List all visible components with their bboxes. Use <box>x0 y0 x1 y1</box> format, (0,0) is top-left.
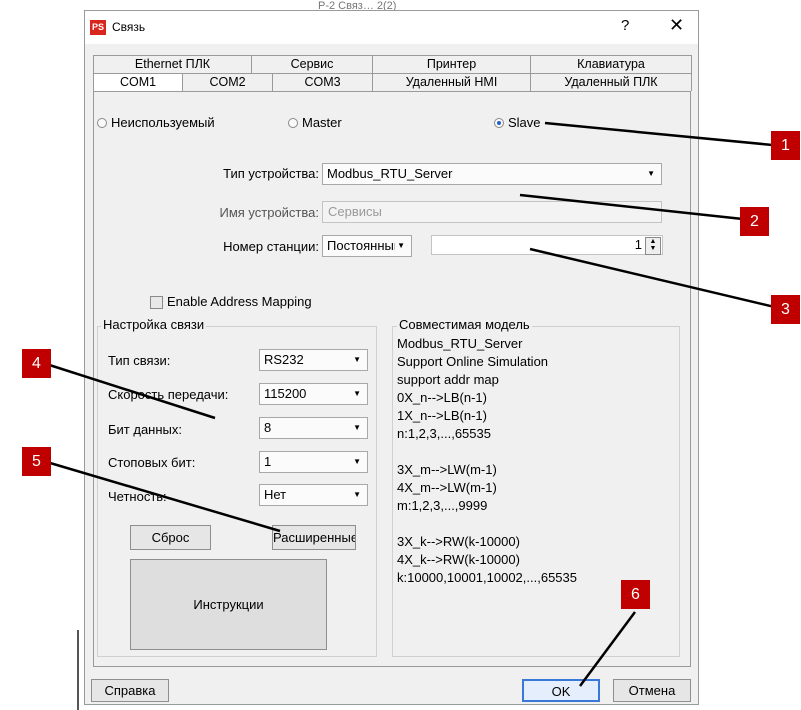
compat-line: support addr map <box>397 372 499 387</box>
address-mapping-label: Enable Address Mapping <box>167 294 312 309</box>
callout-6: 6 <box>621 580 650 609</box>
baud-rate-label: Скорость передачи: <box>108 387 229 402</box>
compat-model-title: Совместимая модель <box>397 317 532 332</box>
parity-select[interactable]: Нет ▼ <box>259 484 368 506</box>
callout-2: 2 <box>740 207 769 236</box>
baud-rate-select[interactable]: 115200 ▼ <box>259 383 368 405</box>
title-bar: PS Связь ? ✕ <box>85 11 698 44</box>
compat-line: 4X_k-->RW(k-10000) <box>397 552 520 567</box>
station-number-value: 1 <box>634 237 642 252</box>
chevron-down-icon: ▼ <box>353 423 361 432</box>
radio-slave-dot <box>494 117 504 128</box>
compat-line: m:1,2,3,...,9999 <box>397 498 488 513</box>
tab-printer[interactable]: Принтер <box>372 55 531 73</box>
compat-line: n:1,2,3,...,65535 <box>397 426 491 441</box>
stop-bits-select[interactable]: 1 ▼ <box>259 451 368 473</box>
background-edge <box>77 630 79 710</box>
close-icon[interactable]: ✕ <box>669 15 684 36</box>
stop-bits-label: Стоповых бит: <box>108 455 196 470</box>
tab-remote-plc[interactable]: Удаленный ПЛК <box>530 73 692 91</box>
compat-line: 0X_n-->LB(n-1) <box>397 390 487 405</box>
cancel-button[interactable]: Отмена <box>613 679 691 702</box>
callout-3: 3 <box>771 295 800 324</box>
chevron-down-icon: ▼ <box>353 490 361 499</box>
tab-remote-hmi[interactable]: Удаленный HMI <box>372 73 531 91</box>
instructions-button[interactable]: Инструкции <box>130 559 327 650</box>
compat-line: 3X_m-->LW(m-1) <box>397 462 497 477</box>
ok-button[interactable]: OK <box>522 679 600 702</box>
station-number-input[interactable]: 1 ▲ ▼ <box>431 235 663 255</box>
compat-line: k:10000,10001,10002,...,65535 <box>397 570 577 585</box>
tab-ethernet-plc[interactable]: Ethernet ПЛК <box>93 55 252 73</box>
comm-type-value: RS232 <box>264 352 304 367</box>
data-bits-select[interactable]: 8 ▼ <box>259 417 368 439</box>
background-window-fragment: Р-2 Связ… 2(2) <box>318 0 397 10</box>
station-label: Номер станции: <box>223 239 319 254</box>
compat-line: 3X_k-->RW(k-10000) <box>397 534 520 549</box>
device-type-value: Modbus_RTU_Server <box>327 166 453 181</box>
chevron-down-icon: ▼ <box>353 355 361 364</box>
compat-line: 4X_m-->LW(m-1) <box>397 480 497 495</box>
chevron-down-icon: ▼ <box>353 457 361 466</box>
address-mapping-checkbox[interactable] <box>150 296 163 309</box>
station-mode-select[interactable]: Постоянный ▼ <box>322 235 412 257</box>
window-title: Связь <box>112 20 146 34</box>
radio-slave[interactable]: Slave <box>494 115 541 130</box>
compat-line: Support Online Simulation <box>397 354 549 369</box>
compat-line: Modbus_RTU_Server <box>397 336 523 351</box>
radio-unused-label: Неиспользуемый <box>111 115 215 130</box>
stop-bits-value: 1 <box>264 454 272 469</box>
chevron-down-icon: ▼ <box>395 236 405 256</box>
parity-value: Нет <box>264 487 287 502</box>
help-button[interactable]: Справка <box>91 679 169 702</box>
radio-master-dot <box>288 117 298 128</box>
compat-line: 1X_n-->LB(n-1) <box>397 408 487 423</box>
tab-com2[interactable]: COM2 <box>182 73 273 91</box>
radio-unused[interactable]: Неиспользуемый <box>97 115 215 130</box>
parity-label: Четность: <box>108 489 167 504</box>
tab-com3[interactable]: COM3 <box>272 73 373 91</box>
chevron-down-icon: ▼ <box>353 389 361 398</box>
radio-master-label: Master <box>302 115 342 130</box>
device-type-select[interactable]: Modbus_RTU_Server ▼ <box>322 163 662 185</box>
help-icon[interactable]: ? <box>621 17 629 34</box>
tab-row-top: Ethernet ПЛК Сервис Принтер Клавиатура <box>93 55 692 73</box>
tab-keyboard[interactable]: Клавиатура <box>530 55 692 73</box>
radio-unused-dot <box>97 117 107 128</box>
device-type-label: Тип устройства: <box>223 166 319 181</box>
station-mode-value: Постоянный <box>327 238 402 253</box>
spin-buttons-icon[interactable]: ▲ ▼ <box>645 237 661 255</box>
comm-type-select[interactable]: RS232 ▼ <box>259 349 368 371</box>
callout-1: 1 <box>771 131 800 160</box>
tab-com1[interactable]: COM1 <box>93 73 183 91</box>
chevron-down-icon: ▼ <box>647 169 655 178</box>
advanced-button[interactable]: Расширенные <box>272 525 356 550</box>
comm-settings-title: Настройка связи <box>101 317 207 332</box>
callout-5: 5 <box>22 447 51 476</box>
tab-service[interactable]: Сервис <box>251 55 373 73</box>
radio-master[interactable]: Master <box>288 115 342 130</box>
baud-rate-value: 115200 <box>264 386 307 401</box>
data-bits-value: 8 <box>264 420 272 435</box>
callout-4: 4 <box>22 349 51 378</box>
data-bits-label: Бит данных: <box>108 422 182 437</box>
device-name-label: Имя устройства: <box>219 205 319 220</box>
communication-dialog: PS Связь ? ✕ Ethernet ПЛК Сервис Принтер… <box>84 10 699 705</box>
radio-slave-label: Slave <box>508 115 541 130</box>
app-icon: PS <box>90 20 106 35</box>
comm-type-label: Тип связи: <box>108 353 171 368</box>
tab-row-bottom: COM1 COM2 COM3 Удаленный HMI Удаленный П… <box>93 73 692 91</box>
reset-button[interactable]: Сброс <box>130 525 211 550</box>
device-name-field[interactable]: Сервисы <box>322 201 662 223</box>
